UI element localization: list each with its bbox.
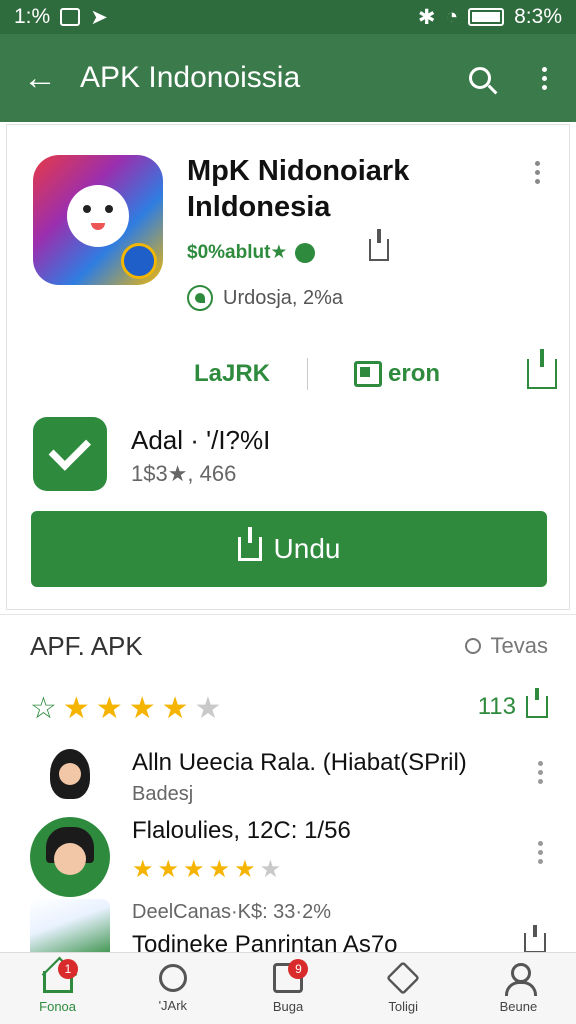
review-item[interactable]: DeelCanas·K$: 33·2% Todineke Panrintan A… [0,899,576,959]
app-bar: ← APK Indonoissia [0,34,576,122]
developer-badge-icon [295,242,316,263]
nav-label: Beune [499,999,538,1014]
app-name: MpK Nidonoiark Inldonesia [187,155,410,223]
nav-label: Fonoa [39,999,77,1014]
nav-label: 'JArk [158,998,188,1013]
notification-badge: 9 [288,959,309,979]
app-details-card: MpK Nidonoiark Inldonesia $0%ablut★ Urdo… [6,124,570,610]
divider [307,358,308,390]
location-line: Urdosja, 2%a [187,285,343,311]
wifi-icon: ◔ [445,5,459,28]
review-title: Flaloulies, 12C: 1/56 [132,817,351,844]
star-icon: ★ [95,692,123,725]
star-icon: ★ [161,692,189,725]
location-text: Urdosja, 2%a [223,286,344,309]
nav-explore[interactable]: Toligi [346,953,461,1024]
lark-button[interactable]: LaJRK [157,360,307,388]
review-count[interactable]: 113 [477,688,548,721]
star-half-icon: ★ [259,856,282,883]
person-icon [503,963,538,996]
avatar [50,749,90,799]
more-vert-icon [538,841,543,864]
star-icon: ★ [208,856,231,883]
avatar [30,817,110,897]
screen-icon [354,361,382,387]
install-label: Undu [273,533,341,564]
reviews-filter-label: Tevas [490,633,548,658]
search-button[interactable] [448,34,512,122]
star-icon: ★ [234,856,256,883]
clock-icon [464,638,481,654]
search-icon [158,964,187,992]
review-subtitle: Badesj [132,783,194,805]
review-menu-button[interactable] [538,841,543,864]
app-menu-button[interactable] [535,161,540,184]
share-icon [526,688,548,718]
star-empty-icon: ★ [194,692,222,725]
app-icon [33,155,163,285]
verified-check-icon [33,417,107,491]
review-meta: DeelCanas·K$: 33·2% [132,901,331,923]
nav-label: Buga [272,999,304,1014]
status-bar: 1:% ➤ ✱ ◔ 8:3% [0,0,576,34]
notification-icon [60,8,81,26]
review-title: Alln Ueecia Rala. (Hiabat(SPril) [132,749,467,776]
back-arrow-icon[interactable]: ← [0,34,80,122]
share-button[interactable] [527,349,557,389]
status-time: 1:% [14,5,51,28]
review-count-value: 113 [477,693,516,720]
reviews-heading: APF. APK [30,631,143,661]
bottom-navigation: 1 Fonoa 'JArk 9 Buga Toligi Beune [0,952,576,1024]
notification-badge: 1 [58,959,78,979]
verified-title: Adal · '/I?%I [131,425,271,455]
nav-search[interactable]: 'JArk [115,953,230,1024]
more-vert-icon [538,761,543,784]
overflow-menu-button[interactable] [512,34,576,122]
cast-icon: ➤ [90,5,108,29]
reviews-section: APF. APK Tevas ☆ ★ ★ ★ ★ ★ 113 Alln Ueec… [0,614,576,959]
search-icon [469,67,491,89]
beron-button[interactable]: eron [354,360,440,388]
location-icon [187,285,213,311]
share-icon[interactable] [369,229,389,261]
actions-row: LaJRK eron [157,349,557,399]
download-icon [237,527,262,561]
review-menu-button[interactable] [538,761,543,784]
verified-subtitle: 1$3★, 466 [131,461,237,486]
battery-icon [468,8,505,26]
review-item[interactable]: Alln Ueecia Rala. (Hiabat(SPril) Badesj [0,749,576,819]
page-title: APK Indonoissia [80,61,301,94]
install-button[interactable]: Undu [31,511,547,587]
star-icon: ★ [157,856,180,883]
thumbnail-image [30,899,110,959]
nav-home[interactable]: 1 Fonoa [0,953,115,1024]
beron-label: eron [388,360,441,387]
mascot-face-icon [67,185,129,247]
review-stars: ★ ★ ★ ★ ★ ★ [132,855,281,884]
developer-name: $0%ablut★ [187,242,288,263]
star-icon: ★ [128,692,156,725]
more-vert-icon [535,161,540,184]
battery-percent: 8:3% [514,5,562,28]
share-icon[interactable] [524,925,546,953]
bluetooth-icon: ✱ [417,5,436,29]
explore-icon [386,961,421,995]
star-icon: ★ [132,856,154,883]
app-badge-icon [121,243,157,279]
reviews-filter-toggle[interactable]: Tevas [464,633,548,659]
nav-profile[interactable]: Beune [461,953,576,1024]
star-icon: ★ [62,692,90,725]
developer-line[interactable]: $0%ablut★ [187,241,316,264]
star-icon: ★ [183,856,205,883]
star-outline-icon: ☆ [30,692,57,725]
nav-label: Toligi [388,999,419,1014]
nav-store[interactable]: 9 Buga [230,953,345,1024]
rating-stars[interactable]: ☆ ★ ★ ★ ★ ★ [30,691,221,726]
review-item[interactable]: Flaloulies, 12C: 1/56 ★ ★ ★ ★ ★ ★ [0,817,576,903]
more-vert-icon [541,66,547,90]
